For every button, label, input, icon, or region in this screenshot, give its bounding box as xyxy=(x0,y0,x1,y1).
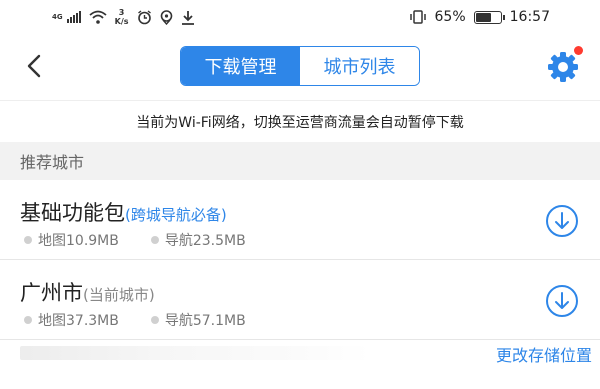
status-left: 4G 3 K/s xyxy=(52,8,195,26)
map-size: 地图37.3MB xyxy=(24,310,119,330)
faded-text-placeholder xyxy=(20,346,370,360)
battery-level xyxy=(475,12,491,22)
nav-size-text: 导航23.5MB xyxy=(164,233,246,249)
item-name: 广州市 xyxy=(20,281,83,305)
item-title: 广州市(当前城市) xyxy=(20,277,155,307)
bullet-icon xyxy=(150,236,159,244)
settings-gear-icon[interactable] xyxy=(546,50,580,84)
change-storage-location-link[interactable]: 更改存储位置 xyxy=(496,342,592,366)
speed-value: 3 xyxy=(118,8,125,17)
speed-unit: K/s xyxy=(114,17,129,26)
item-title: 基础功能包(跨城导航必备) xyxy=(20,197,227,227)
tab-city-list[interactable]: 城市列表 xyxy=(300,47,419,85)
download-circle-icon[interactable] xyxy=(545,204,579,238)
status-right: 65% 16:57 xyxy=(409,9,550,25)
segmented-tabs: 下载管理 城市列表 xyxy=(180,46,420,86)
network-type: 4G xyxy=(52,12,63,21)
section-header-recommended: 推荐城市 xyxy=(0,142,600,180)
battery-icon xyxy=(473,10,505,24)
location-icon xyxy=(160,9,172,25)
back-arrow-icon[interactable] xyxy=(20,52,48,80)
top-bar: 下载管理 城市列表 xyxy=(0,36,600,96)
item-meta: 地图10.9MB 导航23.5MB xyxy=(24,230,246,250)
status-bar: 4G 3 K/s 65% 16:57 xyxy=(0,0,600,36)
download-icon xyxy=(181,10,194,25)
clock: 16:57 xyxy=(509,9,550,25)
notification-dot xyxy=(574,46,583,55)
vibrate-icon xyxy=(409,10,426,24)
item-tag: (跨城导航必备) xyxy=(125,206,227,224)
signal-icon xyxy=(66,11,81,23)
map-size-text: 地图37.3MB xyxy=(38,313,119,329)
nav-size: 导航23.5MB xyxy=(150,230,246,250)
wifi-icon xyxy=(89,10,107,24)
item-name: 基础功能包 xyxy=(20,201,125,225)
nav-size: 导航57.1MB xyxy=(150,310,246,330)
item-meta: 地图37.3MB 导航57.1MB xyxy=(24,310,246,330)
network-speed: 3 K/s xyxy=(115,8,129,26)
nav-size-text: 导航57.1MB xyxy=(164,313,246,329)
map-size: 地图10.9MB xyxy=(24,230,119,250)
bullet-icon xyxy=(24,316,32,324)
list-item[interactable]: 基础功能包(跨城导航必备) 地图10.9MB 导航23.5MB xyxy=(0,180,600,260)
bullet-icon xyxy=(24,236,32,244)
alarm-icon xyxy=(137,9,151,24)
download-circle-icon[interactable] xyxy=(545,284,579,318)
battery-percent: 65% xyxy=(434,9,466,25)
list-item[interactable]: 广州市(当前城市) 地图37.3MB 导航57.1MB xyxy=(0,260,600,340)
bullet-icon xyxy=(150,316,159,324)
tab-download-manager[interactable]: 下载管理 xyxy=(181,47,300,85)
wifi-notice: 当前为Wi-Fi网络，切换至运营商流量会自动暂停下载 xyxy=(0,100,600,142)
map-size-text: 地图10.9MB xyxy=(38,233,119,249)
item-tag: (当前城市) xyxy=(83,286,155,304)
